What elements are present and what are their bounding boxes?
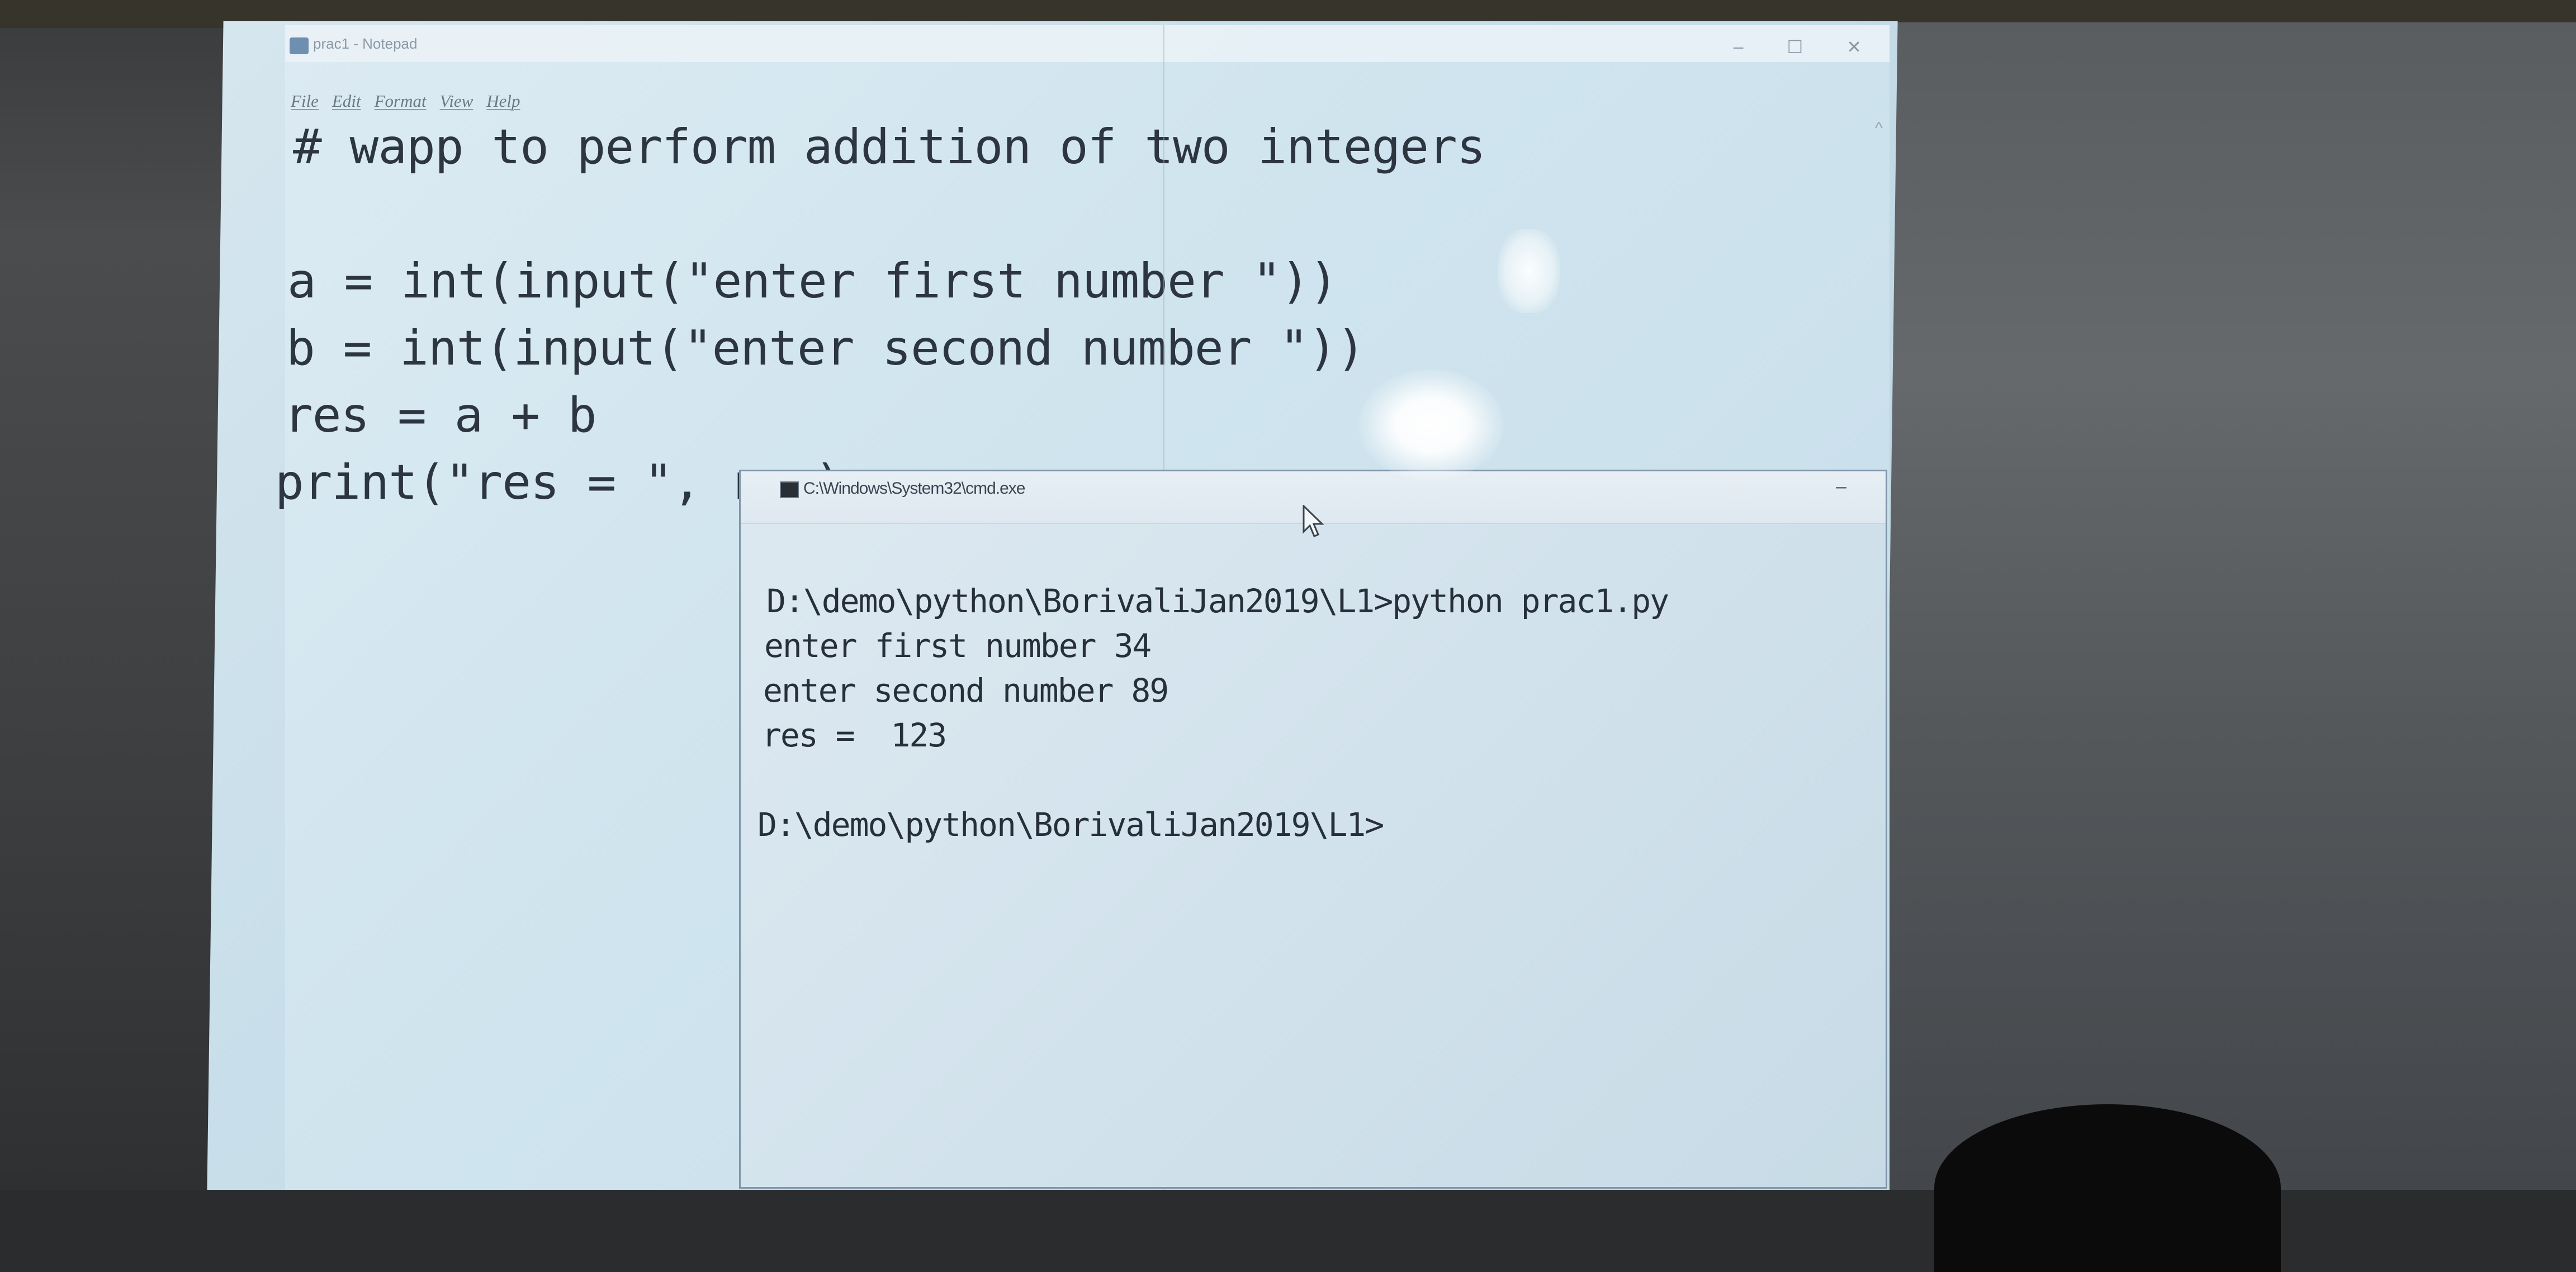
cmd-minimize-button[interactable]: – — [1836, 476, 1846, 498]
cmd-icon — [780, 481, 799, 498]
term-line-prompt: D:\demo\python\BorivaliJan2019\L1> — [757, 806, 1384, 844]
menu-view[interactable]: View — [440, 91, 473, 111]
code-line-sum: res = a + b — [284, 387, 597, 443]
notepad-window-controls: – ☐ ✕ — [1734, 36, 1862, 58]
restore-button[interactable]: ☐ — [1787, 36, 1803, 58]
term-line-second-number: enter second number 89 — [763, 672, 1169, 710]
menu-edit[interactable]: Edit — [332, 91, 361, 111]
close-button[interactable]: ✕ — [1846, 36, 1862, 58]
cmd-console[interactable]: D:\demo\python\BorivaliJan2019\L1>python… — [741, 523, 1886, 1185]
notepad-title: prac1 - Notepad — [313, 35, 418, 52]
notepad-menubar: File Edit Format View Help — [291, 91, 520, 111]
code-line-input-b: b = int(input("enter second number ")) — [286, 320, 1366, 376]
term-line-result: res = 123 — [762, 716, 947, 754]
cmd-title: C:\Windows\System32\cmd.exe — [803, 479, 1025, 498]
menu-file[interactable]: File — [291, 91, 319, 111]
audience-head — [1934, 1104, 2281, 1272]
code-line-comment: # wapp to perform addition of two intege… — [293, 119, 1486, 175]
room-wall — [1884, 22, 2576, 1190]
menu-format[interactable]: Format — [375, 91, 427, 111]
minimize-button[interactable]: – — [1734, 36, 1744, 58]
cmd-window: C:\Windows\System32\cmd.exe – D:\demo\py… — [739, 470, 1887, 1189]
projector-glare-small — [1498, 229, 1560, 313]
term-line-first-number: enter first number 34 — [764, 627, 1152, 665]
code-line-input-a: a = int(input("enter first number ")) — [287, 253, 1338, 309]
menu-help[interactable]: Help — [486, 91, 520, 111]
projector-glare — [1358, 369, 1504, 481]
term-line-command: D:\demo\python\BorivaliJan2019\L1>python… — [766, 582, 1669, 620]
notepad-titlebar[interactable]: prac1 - Notepad – ☐ ✕ — [285, 25, 1890, 62]
notepad-icon — [290, 37, 309, 54]
